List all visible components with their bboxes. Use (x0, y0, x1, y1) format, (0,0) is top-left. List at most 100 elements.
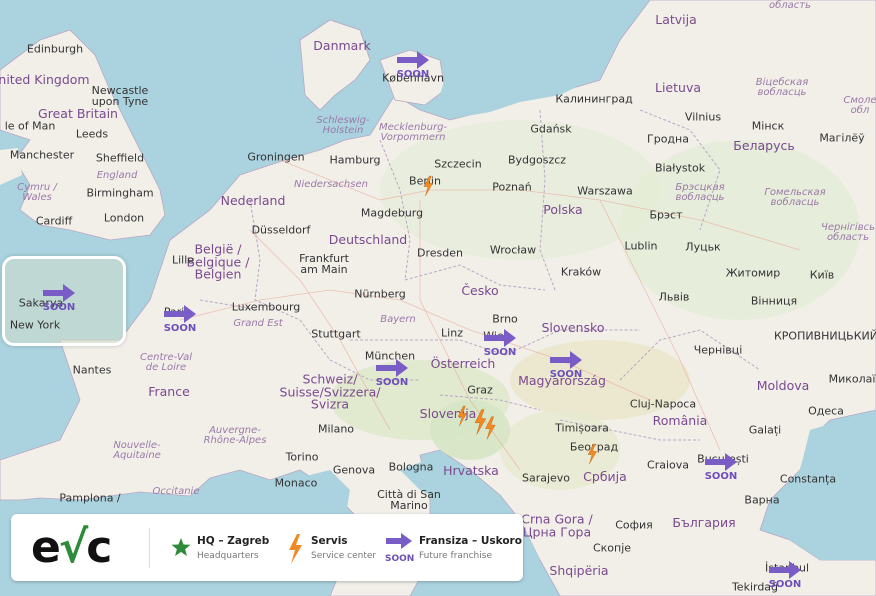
country-label-united-kingdom: nited Kingdom (0, 71, 90, 87)
legend-item-hq: HQ – Zagreb Headquarters (169, 532, 279, 566)
city-label-constanta: Constanța (779, 472, 837, 486)
region-label-brest-obl: Брэсцкая вобласць (675, 182, 725, 203)
soon-marker-munchen[interactable]: SOON (374, 357, 410, 391)
country-label-slovensko: Slovensko (541, 319, 605, 335)
country-label-cesko: Česko (461, 282, 499, 298)
city-label-mykolaiv: Миколаї (828, 372, 876, 386)
soon-marker-istanbul[interactable]: SOON (767, 559, 803, 593)
region-label-mecklenburg: Mecklenburg- Vorpommern (378, 122, 448, 143)
city-label-galati: Galați (748, 423, 782, 437)
city-label-edinburgh: Edinburgh (26, 42, 84, 56)
region-label-nouvelle-aq: Nouvelle- Aquitaine (113, 440, 161, 461)
country-label-nederland: Nederland (220, 192, 286, 208)
city-label-genova: Genova (332, 463, 376, 477)
region-label-grand-est: Grand Est (233, 318, 283, 329)
region-label-schleswig: Schleswig- Holstein (316, 115, 370, 136)
service-marker-beograd[interactable] (584, 440, 600, 471)
arrow-right-icon (769, 561, 801, 579)
service-marker-zagreb-a[interactable] (454, 402, 470, 433)
soon-marker-kobenhavn[interactable]: SOON (395, 49, 431, 83)
soon-label: SOON (549, 369, 583, 380)
country-label-deutschland: Deutschland (328, 231, 408, 247)
city-label-monaco: Monaco (274, 476, 318, 490)
city-label-lviv: Львів (658, 290, 690, 304)
city-label-minsk: Мінск (751, 119, 785, 133)
city-label-isle-of-man: le of Man (4, 119, 56, 133)
service-marker-zagreb-c[interactable] (481, 413, 499, 448)
country-label-latvija: Latvija (655, 11, 697, 27)
arrow-right-icon (376, 359, 408, 377)
city-label-poznan: Poznań (492, 180, 532, 194)
lightning-icon (457, 405, 468, 427)
legend-item-servis: Servis Service center (283, 532, 383, 566)
city-label-dusseldorf: Düsseldorf (251, 223, 311, 237)
soon-label: SOON (163, 323, 197, 334)
city-label-warszawa: Warszawa (577, 184, 633, 198)
city-label-wroclaw: Wrocław (489, 243, 537, 257)
country-label-bulgaria: България (672, 514, 736, 530)
country-label-polska: Polska (543, 201, 583, 217)
lightning-icon (289, 534, 302, 564)
soon-label: SOON (375, 377, 409, 388)
soon-marker-bucuresti[interactable]: SOON (703, 451, 739, 485)
country-label-belgie: België / Belgique / Belgien (186, 241, 250, 282)
region-label-bayern: Bayern (380, 314, 416, 325)
country-label-crna-gora: Crna Gora / Црна Гора (521, 511, 593, 539)
city-label-newcastle: Newcastle upon Tyne (91, 84, 149, 108)
city-label-vilnius: Vilnius (684, 110, 722, 124)
arrow-right-icon (484, 329, 516, 347)
soon-label: SOON (768, 579, 802, 590)
arrow-right-icon (397, 51, 429, 69)
country-label-romania: România (652, 412, 708, 428)
city-label-grodna: Гродна (647, 132, 689, 146)
city-label-varna: Варна (744, 493, 780, 507)
city-label-sarajevo: Sarajevo (521, 471, 571, 485)
region-label-auvergne: Auvergne- Rhône-Alpes (203, 425, 267, 446)
region-label-chernihiv-obl: Чернігівсь область (821, 222, 875, 243)
brand-logo: e√c (31, 522, 112, 573)
legend-hq-subtitle: Headquarters (197, 551, 259, 561)
city-label-torino: Torino (285, 450, 319, 464)
lightning-icon (485, 416, 496, 440)
soon-marker-wien[interactable]: SOON (482, 327, 518, 361)
city-label-sheffield: Sheffield (95, 151, 145, 165)
city-label-dresden: Dresden (417, 246, 463, 260)
city-label-cluj: Cluj-Napoca (629, 397, 697, 411)
lightning-icon (587, 443, 598, 465)
city-label-bialystok: Białystok (654, 161, 706, 175)
arrow-right-icon (43, 284, 75, 302)
soon-marker-new-york[interactable]: SOON (41, 282, 77, 316)
legend-franchise-subtitle: Future franchise (419, 551, 492, 561)
map-view[interactable]: Latvija Lietuva Беларусь Danmark Polska Deuts… (0, 0, 876, 596)
region-label-smolen: Смоле обл (843, 95, 876, 116)
country-label-moldova: Moldova (756, 377, 810, 393)
region-label-oblast-top: область (768, 0, 812, 11)
soon-label: SOON (396, 69, 430, 80)
city-label-lille: Lille (171, 253, 195, 267)
city-label-mahilou: Магілёў (819, 131, 865, 145)
map-inset[interactable]: Sakarya New York SOON (2, 256, 126, 346)
country-label-srbija: Србија (583, 468, 627, 484)
city-label-krakow: Kraków (560, 265, 602, 279)
soon-marker-magyarorszag[interactable]: SOON (548, 349, 584, 383)
city-label-szczecin: Szczecin (434, 157, 482, 171)
country-label-schweiz: Schweiz/ Suisse/Svizzera/ Svizra (279, 371, 381, 412)
service-marker-berlin[interactable] (420, 172, 436, 203)
region-label-niedersachsen: Niedersachsen (294, 179, 368, 190)
soon-marker-paris[interactable]: SOON (162, 303, 198, 337)
city-philadelphia: New York (9, 318, 61, 332)
arrow-right-icon (705, 453, 737, 471)
city-label-manchester: Manchester (9, 148, 75, 162)
city-label-odesa: Одеса (808, 404, 844, 418)
city-label-brest: Брэст (649, 208, 683, 222)
legend-franchise-title: Fransiza – Uskoro (419, 535, 522, 547)
city-label-sofia: София (615, 518, 653, 532)
city-label-kyiv: Київ (809, 268, 835, 282)
city-label-milano: Milano (317, 422, 355, 436)
region-label-occitanie: Occitanie (152, 486, 200, 497)
city-label-pamplona: Pamplona / (59, 491, 121, 505)
region-label-gomel-obl: Гомельская вобласць (764, 187, 826, 208)
city-label-hamburg: Hamburg (329, 153, 381, 167)
country-label-danmark: Danmark (313, 37, 371, 53)
city-label-gdansk: Gdańsk (530, 122, 572, 136)
